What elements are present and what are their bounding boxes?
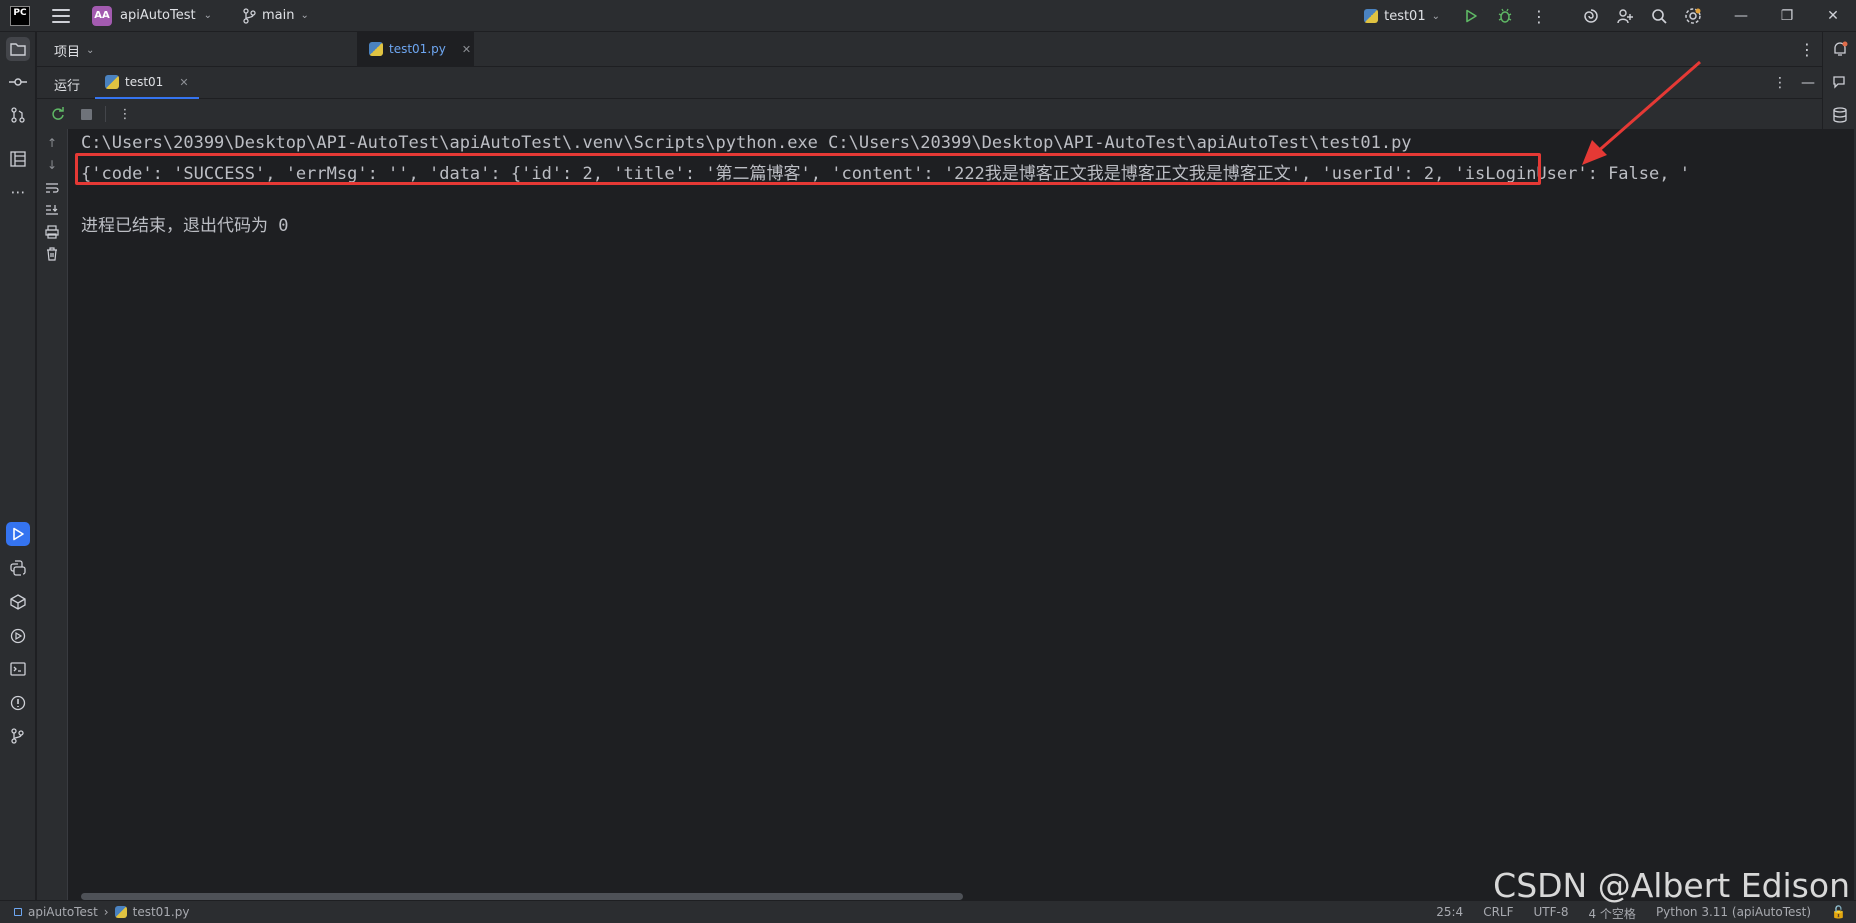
chevron-down-icon: ⌄ [203,10,213,21]
breadcrumb-project[interactable]: apiAutoTest [28,905,98,919]
indent-setting[interactable]: 4 个空格 [1588,905,1635,922]
minimize-button[interactable]: — [1718,0,1764,32]
soft-wrap-icon[interactable] [42,178,62,198]
ai-assistant-icon[interactable] [1574,0,1608,32]
scroll-to-end-icon[interactable] [42,200,62,220]
run-button[interactable] [1454,0,1488,32]
hide-panel-icon[interactable]: — [1794,67,1822,99]
bug-icon [1498,8,1512,23]
database-icon[interactable] [1828,103,1852,127]
add-user-icon[interactable] [1608,0,1642,32]
python-file-icon [369,42,383,56]
run-tab-label: test01 [125,75,164,89]
restore-button[interactable]: ❐ [1764,0,1810,32]
more-actions-icon[interactable]: ⋮ [1522,0,1556,32]
commit-icon[interactable] [6,70,30,94]
spiral-icon [1584,9,1598,23]
run-panel-options-icon[interactable]: ⋮ [1766,67,1794,99]
pycharm-logo: PC [10,5,30,26]
main-menu-icon[interactable] [52,8,70,23]
toolbar-divider [105,106,106,122]
editor-tab-test01[interactable]: test01.py ✕ [357,32,475,66]
run-panel-title: 运行 [54,79,81,94]
more-run-actions-icon[interactable]: ⋮ [114,103,136,125]
play-icon [1466,9,1477,23]
pull-requests-icon[interactable] [6,103,30,127]
run-config-selector[interactable]: test01 ⌄ [1364,9,1440,24]
python-packages-icon[interactable] [6,590,30,614]
python-console-icon[interactable] [6,556,30,580]
editor-options-icon[interactable]: ⋮ [1792,32,1822,66]
python-icon [105,75,119,89]
highlight-box [75,153,1541,185]
branch-icon [243,7,256,24]
project-widget[interactable]: AA apiAutoTest ⌄ [92,5,213,26]
services-icon[interactable] [6,624,30,648]
console-exit-line: 进程已结束，退出代码为 0 [81,216,289,236]
console-command-line: C:\Users\20399\Desktop\API-AutoTest\apiA… [81,133,1412,153]
python-file-icon [114,906,127,918]
python-icon [1364,9,1379,23]
git-icon[interactable] [6,724,30,748]
project-badge: AA [92,5,112,26]
lock-icon[interactable]: 🔓 [1831,905,1846,922]
run-tool-icon[interactable] [6,522,30,546]
search-icon[interactable] [1642,0,1676,32]
title-bar: PC AA apiAutoTest ⌄ main ⌄ test01 ⌄ ⋮ — … [0,0,1856,32]
run-toolbar: ⋮ [37,99,1822,129]
breadcrumb: apiAutoTest › test01.py [14,905,189,919]
print-icon[interactable] [42,222,62,242]
debug-button[interactable] [1488,0,1522,32]
notifications-bell-icon[interactable] [1828,37,1852,61]
rerun-button[interactable] [47,103,69,125]
stop-button[interactable] [75,103,97,125]
interpreter[interactable]: Python 3.11 (apiAutoTest) [1656,905,1811,922]
close-tab-icon[interactable]: ✕ [462,43,471,56]
run-panel-header: 运行 test01 ✕ ⋮ — [37,67,1822,99]
trash-icon[interactable] [42,244,62,264]
problems-icon[interactable] [6,691,30,715]
project-name: apiAutoTest [120,8,196,23]
watermark: CSDN @Albert Edison [1493,866,1850,905]
console-output[interactable]: C:\Users\20399\Desktop\API-AutoTest\apiA… [68,129,1854,900]
chevron-down-icon: ⌄ [86,45,95,56]
scroll-up-icon[interactable]: ↑ [42,133,62,153]
close-window-button[interactable]: ✕ [1810,0,1856,32]
rerun-icon [52,107,64,120]
editor-tab-bar: 项目 ⌄ test01.py ✕ ⋮ [37,32,1822,67]
scroll-down-icon[interactable]: ↓ [42,155,62,175]
project-tool-label: 项目 [54,45,81,60]
module-icon [14,908,22,916]
more-tools-icon[interactable]: ⋯ [6,180,30,204]
line-separator[interactable]: CRLF [1483,905,1513,922]
project-tool-folder-icon[interactable] [6,37,30,61]
caret-position[interactable]: 25:4 [1436,905,1463,922]
vcs-branch-widget[interactable]: main ⌄ [242,7,309,24]
project-tool-button[interactable]: 项目 ⌄ [54,41,94,60]
console-gutter: ↑ ↓ [37,129,68,900]
chevron-down-icon: ⌄ [300,10,309,21]
horizontal-scrollbar[interactable] [81,893,963,900]
close-tab-icon[interactable]: ✕ [179,76,188,89]
run-config-name: test01 [1384,8,1426,24]
stop-icon [80,108,92,120]
ai-chat-icon[interactable] [1828,70,1852,94]
editor-tab-label: test01.py [389,42,446,56]
branch-name: main [262,8,295,23]
structure-icon[interactable] [6,147,30,171]
run-tab-test01[interactable]: test01 ✕ [95,67,199,99]
settings-gear-icon[interactable] [1676,0,1710,32]
terminal-icon[interactable] [6,657,30,681]
file-encoding[interactable]: UTF-8 [1534,905,1569,922]
chevron-down-icon: ⌄ [1431,10,1440,22]
chevron-right-icon: › [103,905,109,919]
breadcrumb-file[interactable]: test01.py [133,905,190,919]
left-tool-strip: ⋯ [0,32,36,900]
